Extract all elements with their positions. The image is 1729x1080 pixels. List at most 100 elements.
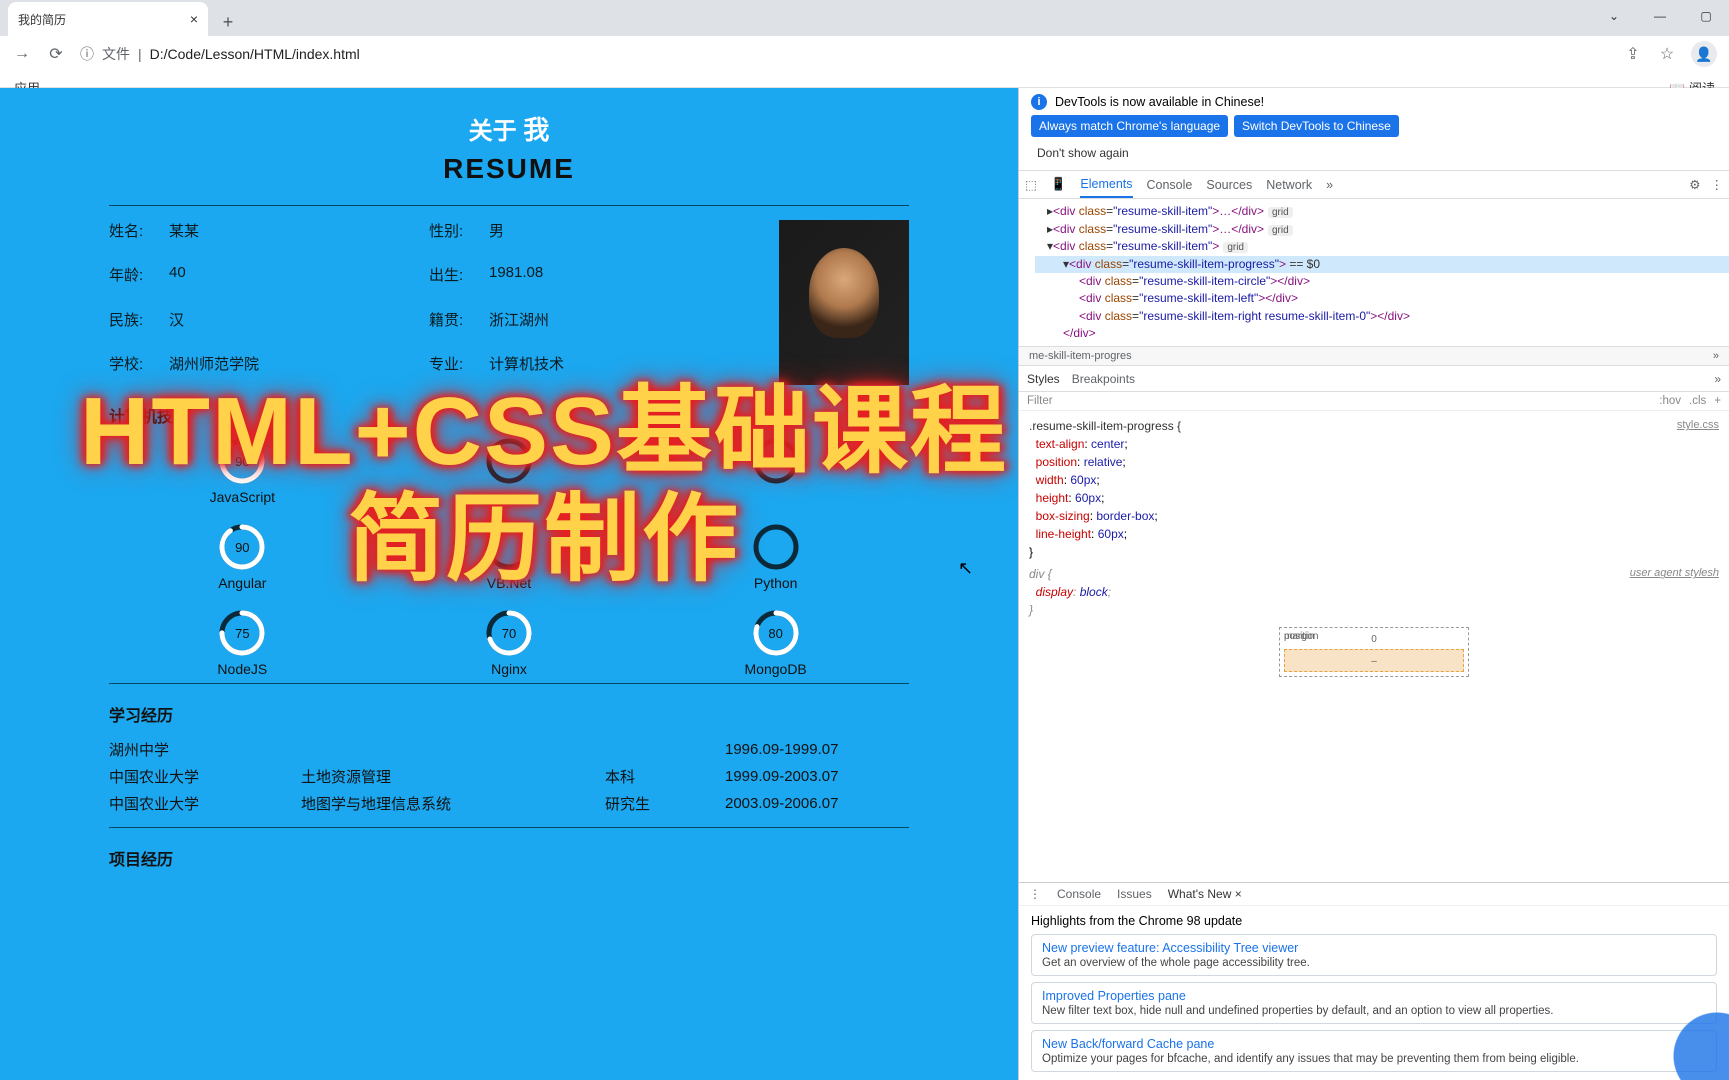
- tab-network[interactable]: Network: [1266, 178, 1312, 192]
- always-match-button[interactable]: Always match Chrome's language: [1031, 115, 1228, 137]
- info-icon: i: [1031, 94, 1047, 110]
- info-icon: ⓘ: [80, 44, 94, 64]
- url-field[interactable]: ⓘ 文件 | D:/Code/Lesson/HTML/index.html: [80, 44, 1609, 64]
- progress-ring: 90: [218, 437, 266, 485]
- drawer-tab-console[interactable]: Console: [1057, 887, 1101, 901]
- address-bar: → ⟳ ⓘ 文件 | D:/Code/Lesson/HTML/index.htm…: [0, 36, 1729, 72]
- device-icon[interactable]: 📱: [1051, 177, 1067, 192]
- devtools: i DevTools is now available in Chinese! …: [1018, 88, 1729, 1080]
- styles-panel[interactable]: style.css.resume-skill-item-progress { t…: [1019, 411, 1729, 882]
- whatsnew-card[interactable]: Improved Properties paneNew filter text …: [1031, 982, 1717, 1024]
- add-rule-icon[interactable]: +: [1714, 395, 1721, 407]
- browser-chrome: ⌄ — ▢ 我的简历 × + → ⟳ ⓘ 文件 | D:/Code/Lesson…: [0, 0, 1729, 88]
- progress-ring: [485, 437, 533, 485]
- box-model: position0 margin–: [1279, 627, 1469, 677]
- skills-heading: 计算机技能: [109, 403, 909, 427]
- whatsnew-card[interactable]: New Back/forward Cache paneOptimize your…: [1031, 1030, 1717, 1072]
- hov-toggle[interactable]: :hov: [1659, 395, 1681, 407]
- resume: 关于 我 RESUME 姓名:某某性别:男年龄:40出生:1981.08民族:汉…: [109, 96, 909, 870]
- forward-icon[interactable]: →: [12, 45, 32, 63]
- tab-styles[interactable]: Styles: [1027, 372, 1060, 386]
- about-heading: 关于 我: [109, 110, 909, 147]
- tab-elements[interactable]: Elements: [1080, 171, 1132, 198]
- whatsnew-card[interactable]: New preview feature: Accessibility Tree …: [1031, 934, 1717, 976]
- selected-dom-node: ▾<div class="resume-skill-item-progress"…: [1035, 256, 1729, 273]
- star-icon[interactable]: ☆: [1657, 44, 1677, 64]
- dom-breadcrumb[interactable]: me-skill-item-progres»: [1019, 346, 1729, 366]
- table-row: 中国农业大学土地资源管理本科1999.09-2003.07: [109, 763, 909, 790]
- skill-item: 90 JavaScript: [210, 437, 275, 505]
- minimize-icon[interactable]: —: [1637, 0, 1683, 32]
- share-icon[interactable]: ⇪: [1623, 44, 1643, 64]
- edu-table: 湖州中学1996.09-1999.07中国农业大学土地资源管理本科1999.09…: [109, 736, 909, 817]
- info-row: 年龄:40: [109, 264, 429, 296]
- inspect-icon[interactable]: ⬚: [1025, 177, 1037, 192]
- skill-item: [752, 437, 800, 505]
- drawer-tab-whatsnew[interactable]: What's New ×: [1168, 887, 1242, 901]
- info-row: 性别:男: [429, 220, 749, 252]
- kebab-icon[interactable]: ⋮: [1029, 887, 1041, 901]
- tab-sources[interactable]: Sources: [1206, 178, 1252, 192]
- progress-ring: 90: [218, 523, 266, 571]
- url-path: D:/Code/Lesson/HTML/index.html: [150, 46, 360, 62]
- edu-heading: 学习经历: [109, 702, 909, 726]
- skills-grid: 90 JavaScript 90 Angular VB.Net Pyt: [109, 437, 909, 677]
- devtools-language-banner: i DevTools is now available in Chinese! …: [1019, 88, 1729, 171]
- kebab-icon[interactable]: ⋮: [1711, 177, 1724, 192]
- profile-avatar[interactable]: 👤: [1691, 41, 1717, 67]
- banner-message: DevTools is now available in Chinese!: [1055, 95, 1264, 109]
- cursor-icon: ↖: [958, 558, 973, 579]
- progress-ring: 80: [752, 609, 800, 657]
- cls-toggle[interactable]: .cls: [1689, 395, 1706, 407]
- table-row: 湖州中学1996.09-1999.07: [109, 736, 909, 763]
- info-row: 民族:汉: [109, 309, 429, 341]
- tab-bar: 我的简历 × +: [0, 0, 1729, 36]
- progress-ring: [485, 523, 533, 571]
- more-icon[interactable]: »: [1714, 372, 1721, 386]
- devtools-tabs: ⬚ 📱 Elements Console Sources Network » ⚙…: [1019, 171, 1729, 199]
- tab-breakpoints[interactable]: Breakpoints: [1072, 372, 1135, 386]
- skill-item: 75 NodeJS: [217, 609, 267, 677]
- progress-ring: 75: [218, 609, 266, 657]
- drawer-tab-issues[interactable]: Issues: [1117, 887, 1152, 901]
- new-tab-button[interactable]: +: [214, 8, 242, 36]
- styles-tabs: Styles Breakpoints »: [1019, 366, 1729, 392]
- table-row: 中国农业大学地图学与地理信息系统研究生2003.09-2006.07: [109, 790, 909, 817]
- skill-item: 90 Angular: [218, 523, 266, 591]
- profile-photo: [779, 220, 909, 385]
- devtools-drawer: ⋮ Console Issues What's New × Highlights…: [1019, 882, 1729, 1080]
- progress-ring: [752, 523, 800, 571]
- info-row: 学校:湖州师范学院: [109, 353, 429, 385]
- progress-ring: 70: [485, 609, 533, 657]
- window-controls: ⌄ — ▢: [1591, 0, 1729, 32]
- info-grid: 姓名:某某性别:男年龄:40出生:1981.08民族:汉籍贯:浙江湖州学校:湖州…: [109, 220, 749, 385]
- tab-console[interactable]: Console: [1147, 178, 1193, 192]
- info-row: 出生:1981.08: [429, 264, 749, 296]
- skill-item: VB.Net: [485, 523, 533, 591]
- close-icon[interactable]: ×: [190, 11, 198, 27]
- more-tabs-icon[interactable]: »: [1326, 178, 1333, 192]
- browser-tab[interactable]: 我的简历 ×: [8, 2, 208, 36]
- whatsnew-headline: Highlights from the Chrome 98 update: [1031, 914, 1717, 928]
- proj-heading: 项目经历: [109, 846, 909, 870]
- gear-icon[interactable]: ⚙: [1689, 177, 1700, 192]
- url-prefix: 文件: [102, 44, 130, 64]
- chevron-down-icon[interactable]: ⌄: [1591, 0, 1637, 32]
- info-row: 姓名:某某: [109, 220, 429, 252]
- skill-item: 80 MongoDB: [745, 609, 807, 677]
- filter-input[interactable]: Filter: [1027, 395, 1651, 407]
- info-row: 籍贯:浙江湖州: [429, 309, 749, 341]
- progress-ring: [752, 437, 800, 485]
- resume-title: RESUME: [109, 153, 909, 185]
- dom-tree[interactable]: ▸<div class="resume-skill-item">…</div>g…: [1019, 199, 1729, 346]
- styles-filter: Filter :hov .cls +: [1019, 392, 1729, 411]
- reload-icon[interactable]: ⟳: [46, 44, 66, 64]
- skill-item: [485, 437, 533, 505]
- tab-title: 我的简历: [18, 11, 66, 28]
- page-content: 关于 我 RESUME 姓名:某某性别:男年龄:40出生:1981.08民族:汉…: [0, 88, 1018, 1080]
- dismiss-button[interactable]: Don't show again: [1031, 142, 1135, 164]
- skill-item: 70 Nginx: [485, 609, 533, 677]
- maximize-icon[interactable]: ▢: [1683, 0, 1729, 32]
- info-row: 专业:计算机技术: [429, 353, 749, 385]
- switch-chinese-button[interactable]: Switch DevTools to Chinese: [1234, 115, 1399, 137]
